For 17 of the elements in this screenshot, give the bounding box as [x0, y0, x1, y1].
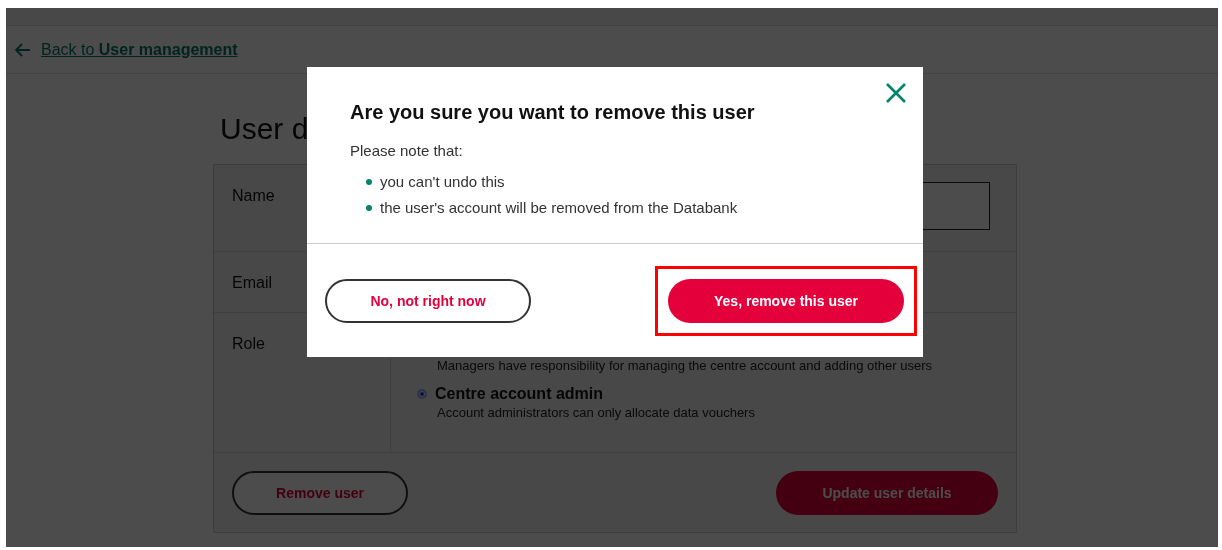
cancel-button[interactable]: No, not right now [325, 278, 531, 323]
role-label: Role [232, 335, 265, 352]
bullet-icon [366, 204, 372, 211]
dialog-title: Are you sure you want to remove this user [350, 101, 756, 124]
role-description: Account administrators can only allocate data vouchers [437, 405, 756, 420]
close-icon[interactable] [885, 82, 907, 104]
email-label: Email [232, 274, 272, 291]
name-label: Name [232, 187, 275, 204]
dialog-list-item: the user's account will be removed from the Databank [380, 199, 738, 216]
role-description: Managers have responsibility for managing the centre account and adding other users [437, 358, 934, 373]
bullet-icon [366, 178, 372, 185]
confirm-remove-button[interactable]: Yes, remove this user [668, 278, 904, 323]
back-link[interactable]: Back to User management [41, 40, 238, 59]
dialog-intro-text: Please note that: [350, 142, 464, 159]
role-option-label[interactable]: Centre account admin [435, 385, 604, 403]
dialog-list-item: you can't undo this [380, 173, 505, 190]
page-title: User d [220, 112, 309, 146]
